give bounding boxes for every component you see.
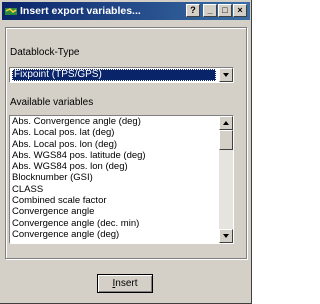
variable-list-item[interactable]: Combined scale factor: [10, 195, 218, 206]
map-app-icon: [5, 8, 17, 15]
datablock-type-select[interactable]: Fixpoint (TPS/GPS): [9, 67, 234, 83]
maximize-button[interactable]: □: [218, 4, 232, 17]
scroll-down-arrow-icon: [223, 234, 229, 238]
variable-list-item[interactable]: Abs. WGS84 pos. lon (deg): [10, 161, 218, 172]
available-variables-label: Available variables: [10, 97, 94, 108]
insert-button[interactable]: Insert: [97, 274, 153, 293]
scroll-up-button[interactable]: [219, 116, 233, 130]
variable-list-item[interactable]: CLASS: [10, 184, 218, 195]
insert-export-variables-dialog: Insert export variables... ? _ □ × Datab…: [0, 0, 252, 304]
variable-list-item[interactable]: Abs. Convergence angle (deg): [10, 116, 218, 127]
available-variables-list[interactable]: Abs. Convergence angle (deg) Abs. Local p…: [9, 115, 234, 244]
variable-list-item[interactable]: Blocknumber (GSI): [10, 172, 218, 183]
chevron-down-icon: [223, 73, 229, 77]
datablock-type-selected-value: Fixpoint (TPS/GPS): [12, 69, 216, 81]
minimize-button[interactable]: _: [203, 4, 217, 17]
close-button[interactable]: ×: [233, 4, 247, 17]
scroll-down-button[interactable]: [219, 229, 233, 243]
help-button[interactable]: ?: [186, 4, 200, 17]
variable-list-item[interactable]: Abs. Local pos. lon (deg): [10, 139, 218, 150]
variable-list-item[interactable]: Abs. WGS84 pos. latitude (deg): [10, 150, 218, 161]
variable-list-item[interactable]: Convergence angle (dec. min): [10, 218, 218, 229]
title-bar[interactable]: Insert export variables... ? _ □ ×: [2, 2, 250, 20]
scroll-up-arrow-icon: [223, 121, 229, 125]
scrollbar-thumb[interactable]: [219, 130, 233, 150]
insert-button-label: nsert: [115, 278, 138, 289]
window-title: Insert export variables...: [20, 5, 141, 17]
variables-scrollbar[interactable]: [219, 116, 233, 243]
variable-list-item[interactable]: Convergence angle (deg): [10, 229, 218, 240]
datablock-type-dropdown-button[interactable]: [219, 68, 233, 82]
variable-list-item[interactable]: Abs. Local pos. lat (deg): [10, 127, 218, 138]
variable-list-item[interactable]: Convergence angle: [10, 206, 218, 217]
datablock-type-label: Datablock-Type: [10, 47, 80, 58]
